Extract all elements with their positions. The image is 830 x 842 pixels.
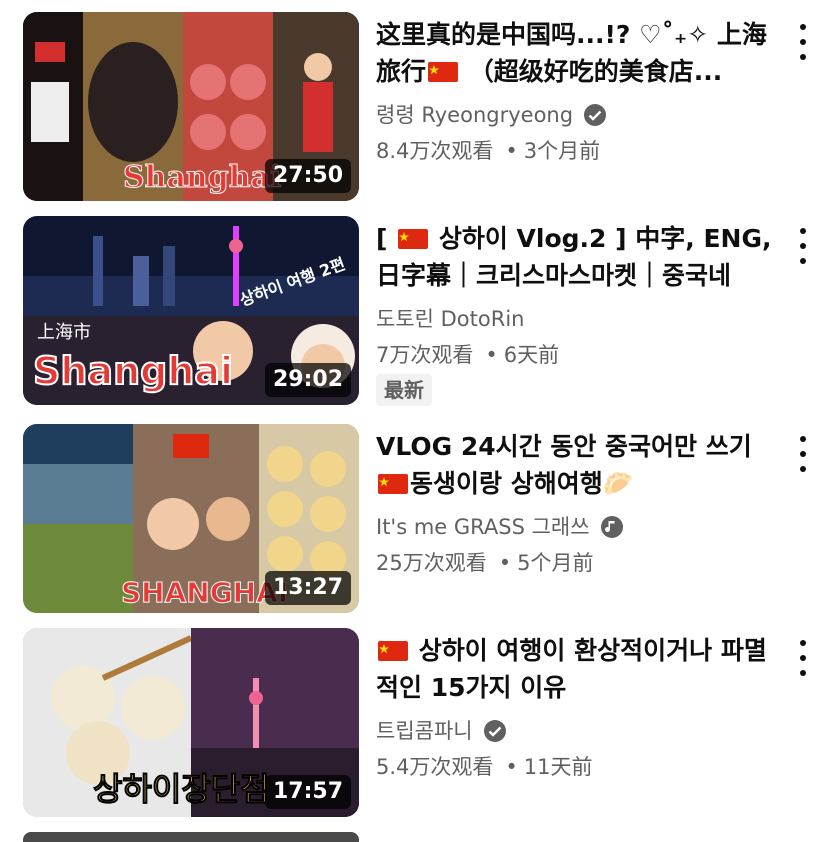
title-text: 상하이 Vlog.2 ] 中字, ENG,日字幕｜크리스마스마켓｜중국네일... bbox=[376, 224, 772, 290]
thumbnail-caption: 상하이장단점 bbox=[93, 770, 270, 808]
title-text: 동생이랑 상해여행🥟 bbox=[410, 469, 634, 498]
video-thumbnail[interactable]: Shanghai 27:50 bbox=[23, 12, 359, 201]
channel-name[interactable]: 령령 Ryeongryeong bbox=[376, 100, 607, 130]
video-title[interactable]: VLOG 24시간 동안 중국어만 쓰기 동생이랑 상해여행🥟 bbox=[376, 428, 780, 502]
title-text: VLOG 24시간 동안 중국어만 쓰기 bbox=[376, 432, 752, 461]
video-item[interactable]: 上海市 Shanghai 상하이 여행 2편 29:02 [ 상하이 Vlog.… bbox=[0, 216, 830, 406]
title-text: 상하이 여행이 환상적이거나 파멸적인 15가지 이유 bbox=[376, 636, 767, 702]
video-title[interactable]: 这里真的是中国吗...!? ♡˚₊✧ 上海旅行 （超级好吃的美食店... bbox=[376, 16, 780, 90]
channel-name[interactable]: 트립콤파니 bbox=[376, 716, 507, 746]
china-flag-icon bbox=[428, 62, 459, 82]
video-title[interactable]: [ 상하이 Vlog.2 ] 中字, ENG,日字幕｜크리스마스마켓｜중국네일.… bbox=[376, 220, 780, 294]
video-item[interactable]: SHANGHAI 13:27 VLOG 24시간 동안 중국어만 쓰기 동생이랑… bbox=[0, 424, 830, 614]
verified-icon bbox=[584, 104, 607, 126]
duration-badge: 13:27 bbox=[264, 571, 351, 605]
video-thumbnail[interactable]: 상하이장단점 17:57 bbox=[23, 628, 359, 817]
china-flag-icon bbox=[378, 474, 408, 494]
duration-badge: 27:50 bbox=[264, 159, 351, 193]
video-thumbnail[interactable]: 上海市 Shanghai 상하이 여행 2편 29:02 bbox=[23, 216, 359, 405]
verified-icon bbox=[483, 720, 506, 742]
china-flag-icon bbox=[378, 641, 408, 661]
video-meta: 5.4万次观看 • 11天前 bbox=[376, 755, 593, 779]
china-flag-icon bbox=[398, 229, 429, 249]
thumbnail-caption: SHANGHAI bbox=[121, 576, 288, 609]
video-meta: 25万次观看 • 5个月前 bbox=[376, 551, 594, 575]
thumbnail-caption: Shanghai bbox=[33, 349, 233, 393]
video-meta: 7万次观看 • 6天前 bbox=[376, 343, 560, 367]
title-text: [ bbox=[376, 224, 397, 253]
thumbnail-sub-caption: 上海市 bbox=[37, 322, 91, 343]
more-options-icon[interactable] bbox=[790, 20, 816, 64]
channel-name[interactable]: It's me GRASS 그래쓰 bbox=[376, 512, 624, 542]
video-item[interactable]: 상하이장단점 17:57 상하이 여행이 환상적이거나 파멸적인 15가지 이유… bbox=[0, 628, 830, 818]
new-badge: 最新 bbox=[376, 374, 432, 406]
duration-badge: 29:02 bbox=[264, 363, 351, 397]
thumbnail-caption: Shanghai bbox=[123, 160, 281, 195]
music-channel-icon bbox=[600, 516, 623, 538]
more-options-icon[interactable] bbox=[790, 224, 816, 268]
duration-badge: 17:57 bbox=[264, 775, 351, 809]
video-item[interactable]: Shanghai 27:50 这里真的是中国吗...!? ♡˚₊✧ 上海旅行 （… bbox=[0, 12, 830, 202]
next-video-thumbnail[interactable] bbox=[23, 832, 359, 842]
channel-name[interactable]: 도토린 DotoRin bbox=[376, 304, 524, 334]
video-thumbnail[interactable]: SHANGHAI 13:27 bbox=[23, 424, 359, 613]
title-text: （超级好吃的美食店... bbox=[460, 57, 723, 86]
video-title[interactable]: 상하이 여행이 환상적이거나 파멸적인 15가지 이유 bbox=[376, 632, 780, 706]
more-options-icon[interactable] bbox=[790, 636, 816, 680]
video-meta: 8.4万次观看 • 3个月前 bbox=[376, 139, 601, 163]
more-options-icon[interactable] bbox=[790, 432, 816, 476]
